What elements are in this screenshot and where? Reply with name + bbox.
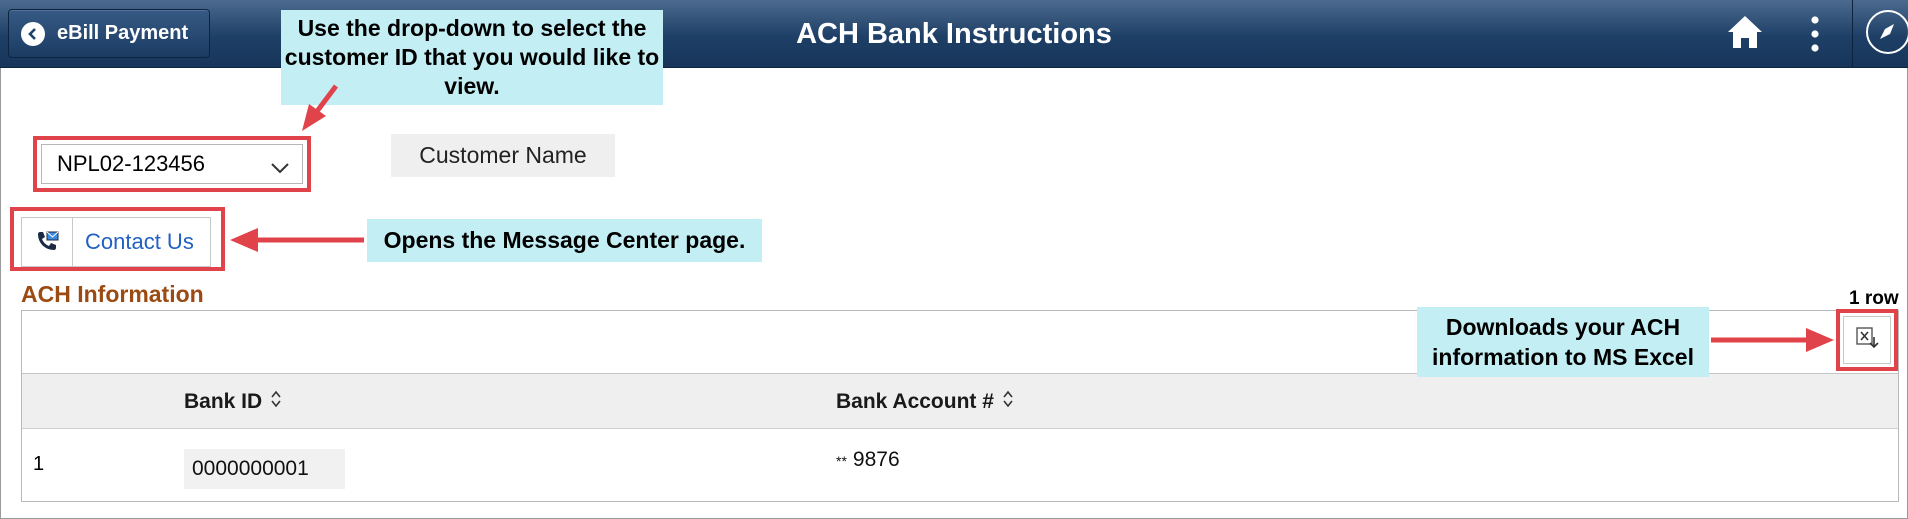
- highlight-excel: [1836, 309, 1898, 371]
- customer-name-label: Customer Name: [391, 134, 615, 177]
- bank-account-value: ** 9876: [836, 448, 900, 472]
- highlight-contact: [10, 207, 225, 271]
- navbar-compass-icon[interactable]: [1866, 10, 1908, 54]
- ach-section-title: ACH Information: [21, 281, 204, 307]
- column-header-bank-id[interactable]: Bank ID: [184, 390, 282, 414]
- header-divider: [1852, 0, 1853, 67]
- sort-icon: [1002, 390, 1014, 414]
- home-icon[interactable]: [1726, 14, 1764, 55]
- row-count: 1 row: [1849, 288, 1899, 309]
- grid-header-row: Bank ID Bank Account #: [22, 374, 1898, 429]
- callout-dropdown: Use the drop-down to select the customer…: [281, 10, 663, 105]
- kebab-menu-icon[interactable]: [1808, 16, 1822, 57]
- callout-excel: Downloads your ACH information to MS Exc…: [1417, 307, 1709, 377]
- sort-icon: [270, 390, 282, 414]
- highlight-dropdown: [33, 136, 311, 192]
- bank-id-value: 0000000001: [184, 449, 345, 489]
- account-last-digits: 9876: [852, 448, 900, 471]
- row-number: 1: [33, 453, 45, 475]
- column-header-bank-account[interactable]: Bank Account #: [836, 390, 1014, 414]
- callout-contact: Opens the Message Center page.: [367, 219, 762, 262]
- account-mask: **: [836, 453, 847, 469]
